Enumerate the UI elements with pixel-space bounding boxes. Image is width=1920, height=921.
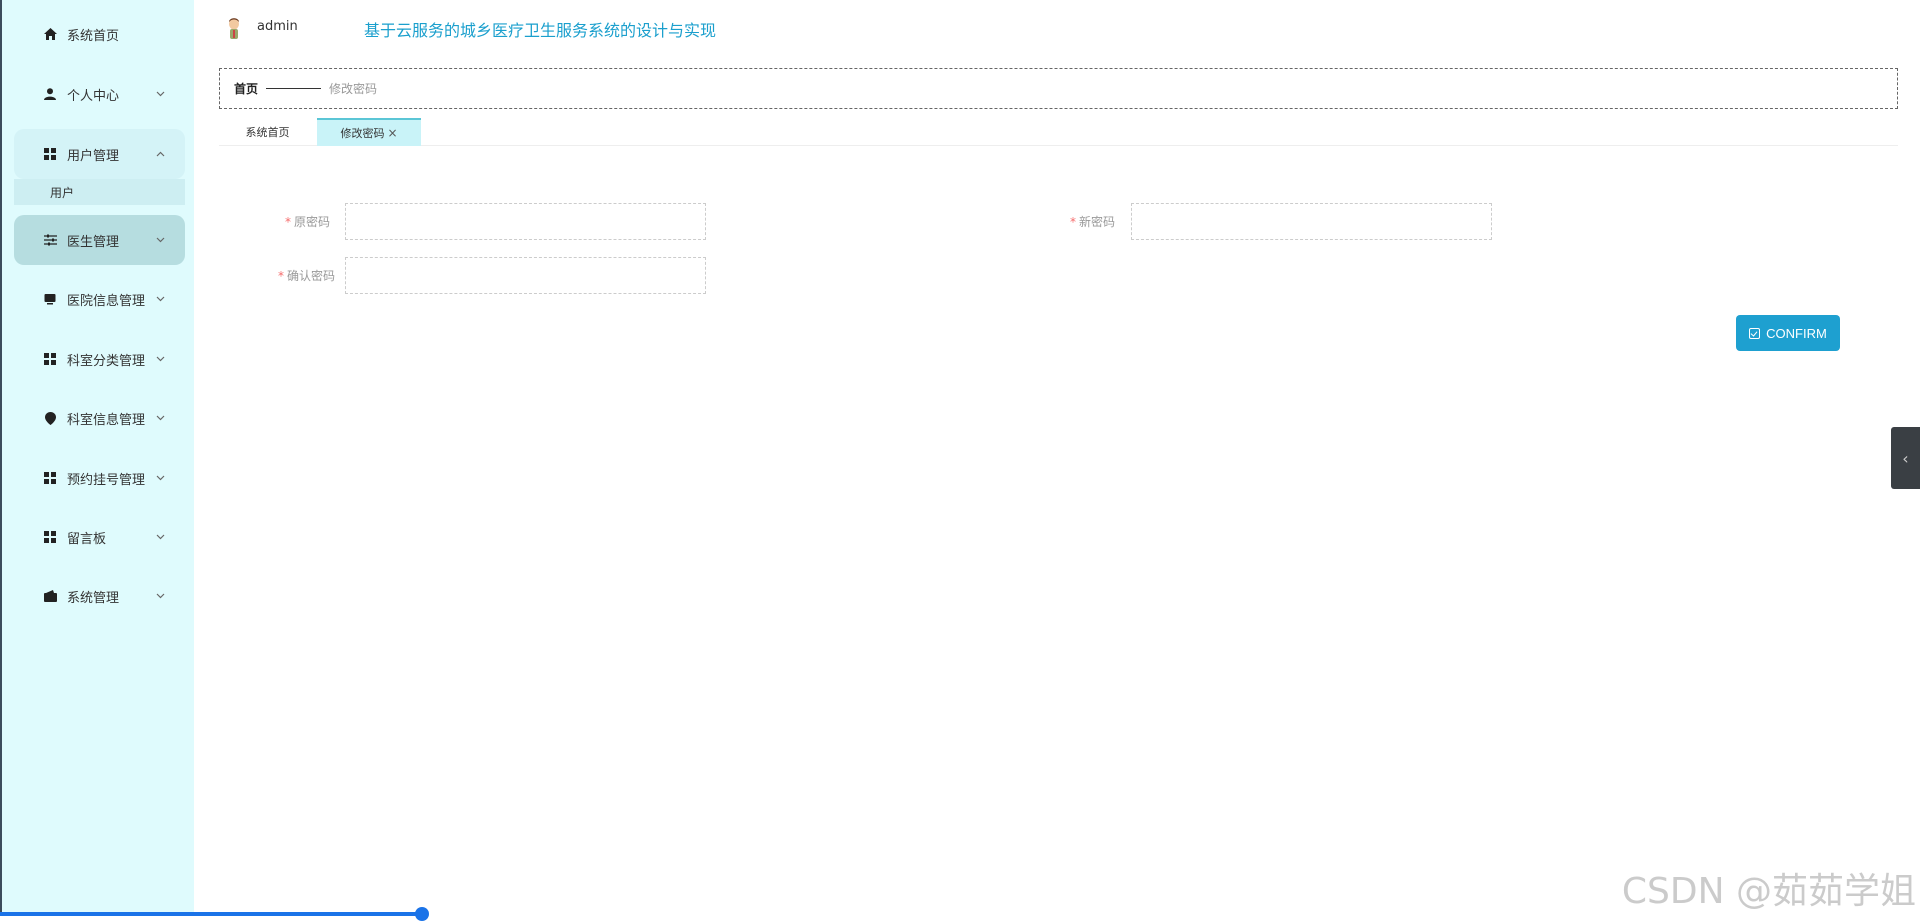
- sidebar-subitem-label: 用户: [50, 184, 74, 201]
- breadcrumb: 首页 修改密码: [219, 68, 1898, 109]
- old-password-label-text: 原密码: [294, 215, 330, 229]
- avatar[interactable]: [226, 17, 242, 41]
- chevron-down-icon: [155, 591, 165, 601]
- sidebar-item-label: 医院信息管理: [67, 290, 155, 309]
- chevron-down-icon: [155, 473, 165, 483]
- chevron-left-icon: ‹: [1902, 449, 1908, 468]
- sidebar-item-doctor-management[interactable]: 医生管理: [14, 215, 185, 265]
- sidebar-item-label: 科室分类管理: [67, 350, 155, 369]
- watermark: CSDN @茹茹学姐: [1622, 862, 1916, 914]
- tab-label: 系统首页: [246, 124, 290, 140]
- sidebar-item-label: 系统管理: [67, 587, 155, 606]
- sidebar-item-system-management[interactable]: 系统管理: [14, 571, 185, 621]
- sidebar-item-label: 系统首页: [67, 25, 185, 44]
- confirm-password-label: *确认密码: [255, 267, 335, 284]
- grid-icon: [43, 147, 57, 161]
- chevron-down-icon: [155, 294, 165, 304]
- sidebar-item-dept-info[interactable]: 科室信息管理: [14, 393, 185, 443]
- sidebar-subitem-user[interactable]: 用户: [14, 179, 185, 205]
- chevron-down-icon: [155, 235, 165, 245]
- close-icon[interactable]: ×: [387, 126, 397, 140]
- required-mark: *: [285, 215, 291, 229]
- confirm-button-label: CONFIRM: [1766, 326, 1827, 341]
- sidebar-item-home[interactable]: 系统首页: [14, 9, 185, 59]
- grid-icon: [43, 471, 57, 485]
- page-title: 基于云服务的城乡医疗卫生服务系统的设计与实现: [364, 17, 716, 41]
- grid-icon: [43, 352, 57, 366]
- sidebar-item-label: 用户管理: [67, 145, 155, 164]
- required-mark: *: [278, 269, 284, 283]
- chevron-down-icon: [155, 413, 165, 423]
- old-password-label: *原密码: [250, 213, 330, 230]
- grid-icon: [43, 530, 57, 544]
- progress-handle[interactable]: [415, 907, 429, 921]
- sidebar: 系统首页 个人中心 用户管理 用户 医生管理 医院信: [0, 0, 194, 916]
- old-password-input[interactable]: [345, 203, 706, 240]
- top-bar: admin 基于云服务的城乡医疗卫生服务系统的设计与实现: [194, 0, 1920, 56]
- tab-bar: 系统首页 修改密码 ×: [219, 118, 1898, 146]
- side-panel-toggle[interactable]: ‹: [1891, 427, 1920, 489]
- sidebar-item-label: 医生管理: [67, 231, 155, 250]
- tab-system-home[interactable]: 系统首页: [219, 118, 316, 146]
- chevron-up-icon: [155, 149, 165, 159]
- breadcrumb-current: 修改密码: [329, 80, 377, 97]
- tv-icon: [43, 292, 57, 306]
- sidebar-item-dept-category[interactable]: 科室分类管理: [14, 334, 185, 384]
- sidebar-item-hospital-info[interactable]: 医院信息管理: [14, 274, 185, 324]
- new-password-label: *新密码: [1035, 213, 1115, 230]
- breadcrumb-separator: [266, 88, 321, 89]
- new-password-input[interactable]: [1131, 203, 1492, 240]
- check-square-icon: [1749, 328, 1760, 339]
- sidebar-item-label: 科室信息管理: [67, 409, 155, 428]
- sidebar-item-message-board[interactable]: 留言板: [14, 512, 185, 562]
- wallet-icon: [43, 589, 57, 603]
- person-icon: [43, 87, 57, 101]
- tab-change-password[interactable]: 修改密码 ×: [317, 118, 421, 146]
- new-password-label-text: 新密码: [1079, 215, 1115, 229]
- sliders-icon: [43, 233, 57, 247]
- breadcrumb-home[interactable]: 首页: [234, 80, 258, 97]
- sidebar-item-label: 留言板: [67, 528, 155, 547]
- username[interactable]: admin: [257, 19, 298, 34]
- home-icon: [43, 27, 57, 41]
- chevron-down-icon: [155, 354, 165, 364]
- chevron-down-icon: [155, 532, 165, 542]
- sidebar-item-label: 个人中心: [67, 85, 155, 104]
- confirm-button[interactable]: CONFIRM: [1736, 315, 1840, 351]
- chevron-down-icon: [155, 89, 165, 99]
- confirm-password-input[interactable]: [345, 257, 706, 294]
- confirm-password-label-text: 确认密码: [287, 269, 335, 283]
- progress-fill: [0, 912, 422, 916]
- sidebar-item-personal[interactable]: 个人中心: [14, 69, 185, 119]
- required-mark: *: [1070, 215, 1076, 229]
- sidebar-item-label: 预约挂号管理: [67, 469, 155, 488]
- location-pin-icon: [43, 411, 57, 425]
- sidebar-item-user-management[interactable]: 用户管理: [14, 129, 185, 179]
- sidebar-item-appointment[interactable]: 预约挂号管理: [14, 453, 185, 503]
- tab-label: 修改密码: [340, 125, 384, 141]
